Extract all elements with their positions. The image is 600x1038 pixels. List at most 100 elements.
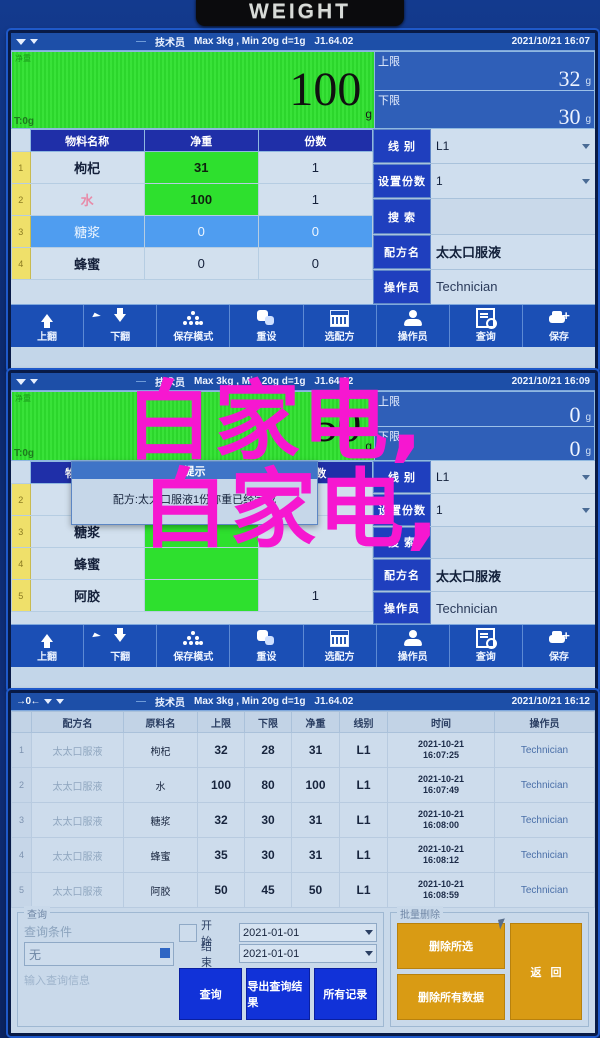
search-row-2[interactable]: 搜 索 <box>373 526 595 560</box>
delete-selected-button[interactable]: 删除所选 <box>397 923 505 969</box>
toolbar-label: 保存模式 <box>173 331 214 343</box>
batch-delete-fieldset: 批量删除 删除所选 删除所有数据 返回 <box>390 906 589 1027</box>
operator-value-2: Technician <box>431 592 595 624</box>
table-row[interactable]: 1 太太口服液 枸杞 32 28 31 L1 2021-10-21 16:07:… <box>11 732 595 768</box>
query-condition-select[interactable]: 无 <box>24 942 174 966</box>
recipe-name-row-1[interactable]: 配方名 太太口服液 <box>373 234 595 270</box>
chevron-down-icon[interactable] <box>582 507 590 513</box>
col-operator: 操作员 <box>494 711 595 733</box>
chevron-down-icon[interactable] <box>582 179 590 185</box>
table-row[interactable]: 1 枸杞 31 1 <box>11 151 374 184</box>
toolbar-button-query[interactable]: 查询 <box>450 625 523 667</box>
row-portions: 0 <box>257 215 374 248</box>
toolbar-button-operator[interactable]: 操作员 <box>377 305 450 347</box>
toolbar-button-select-recipe[interactable]: 选配方 <box>304 625 377 667</box>
records-bottom-section: 查询 查询条件 无 输入查询信息 开 始 2021-01-01 结 束 2021… <box>11 906 595 1033</box>
status-indicators-2 <box>16 378 136 385</box>
line-label-2: 线 别 <box>373 461 431 493</box>
chevron-down-icon[interactable] <box>582 474 590 480</box>
status-operator: 技术员 <box>155 38 185 49</box>
toolbar-label: 下翻 <box>110 651 131 663</box>
dropdown-button-icon[interactable] <box>160 948 170 958</box>
operator-row-1[interactable]: 操作员 Technician <box>373 269 595 305</box>
upper-limit-unit-1: g <box>585 75 591 87</box>
delete-all-button[interactable]: 删除所有数据 <box>397 974 505 1020</box>
net-weight-unit-2: g <box>365 439 372 453</box>
table-row[interactable]: 4 蜂蜜 <box>11 547 374 580</box>
line-value-1[interactable]: L1 <box>431 129 595 164</box>
status-bar-2: — 技术员 Max 3kg , Min 20g d=1g J1.64.02 20… <box>11 373 595 391</box>
table-row[interactable]: 2 水 100 1 <box>11 183 374 216</box>
search-row-1[interactable]: 搜 索 <box>373 199 595 235</box>
toolbar-button-page-down[interactable]: 下翻 <box>84 305 158 347</box>
material-table-wrap-1: 物料名称 净重 份数 1 枸杞 31 1 2 水 100 1 3 糖浆 0 0 … <box>11 129 374 304</box>
portions-value-2[interactable]: 1 <box>431 493 595 526</box>
toolbar-button-reset[interactable]: 重设 <box>230 305 304 347</box>
completion-dialog[interactable]: 提示 配方:太太口服液1份称重已经完成 <box>71 461 318 526</box>
table-row[interactable]: 3 太太口服液 糖浆 32 30 31 L1 2021-10-21 16:08:… <box>11 802 595 838</box>
row-date: 2021-10-21 <box>417 878 465 889</box>
row-index: 1 <box>11 151 31 184</box>
toolbar-button-save-mode[interactable]: 保存模式 <box>157 305 231 347</box>
toolbar-button-page-down[interactable]: 下翻 <box>84 625 158 667</box>
toolbar-label: 操作员 <box>397 331 428 343</box>
back-button[interactable]: 返回 <box>510 923 582 1020</box>
chevron-down-icon[interactable] <box>365 951 373 956</box>
all-records-button[interactable]: 所有记录 <box>313 968 377 1020</box>
end-date-picker[interactable]: 2021-01-01 <box>239 944 377 963</box>
table-row[interactable]: 5 阿胶 1 <box>11 579 374 612</box>
records-table[interactable]: 配方名 原料名 上限 下限 净重 线别 时间 操作员 1 太太口服液 枸杞 32… <box>11 711 595 908</box>
row-net-weight: 0 <box>143 215 259 248</box>
export-results-button[interactable]: 导出查询结果 <box>246 968 310 1020</box>
portions-setting-row-1[interactable]: 设置份数 1 <box>373 164 595 200</box>
status-spec: Max 3kg , Min 20g d=1g <box>194 696 306 707</box>
search-input-2[interactable] <box>431 526 595 559</box>
query-inner: 查询条件 无 输入查询信息 开 始 2021-01-01 结 束 2021-01… <box>24 920 377 1020</box>
start-date-picker[interactable]: 2021-01-01 <box>239 923 377 942</box>
table-row[interactable]: 2 太太口服液 水 100 80 100 L1 2021-10-21 16:07… <box>11 767 595 803</box>
portions-value-1[interactable]: 1 <box>431 164 595 199</box>
arrow-down-icon <box>114 308 127 327</box>
row-net-weight <box>143 579 259 612</box>
toolbar-button-page-up[interactable]: 上翻 <box>11 305 85 347</box>
toolbar-button-query[interactable]: 查询 <box>450 305 523 347</box>
portions-value-text-2: 1 <box>436 502 443 517</box>
row-lower: 80 <box>244 767 292 803</box>
table-row[interactable]: 3 糖浆 0 0 <box>11 215 374 248</box>
start-date-checkbox[interactable] <box>179 923 197 942</box>
line-selector-row-1[interactable]: 线 别 L1 <box>373 129 595 165</box>
line-value-2[interactable]: L1 <box>431 461 595 493</box>
calendar-icon <box>330 629 350 647</box>
status-operator: 技术员 <box>155 378 185 389</box>
row-time: 16:08:00 <box>422 820 460 830</box>
toolbar-button-select-recipe[interactable]: 选配方 <box>304 305 377 347</box>
table-row[interactable]: 4 蜂蜜 0 0 <box>11 247 374 280</box>
upper-limit-box-2: 上限 0 g <box>375 392 594 427</box>
row-portions: 0 <box>257 247 374 280</box>
portions-setting-row-2[interactable]: 设置份数 1 <box>373 493 595 527</box>
toolbar-button-operator[interactable]: 操作员 <box>377 625 450 667</box>
search-input-1[interactable] <box>431 199 595 234</box>
toolbar-button-save[interactable]: + 保存 <box>523 625 595 667</box>
operator-row-2[interactable]: 操作员 Technician <box>373 592 595 624</box>
line-selector-row-2[interactable]: 线 别 L1 <box>373 461 595 494</box>
query-button[interactable]: 查询 <box>179 968 243 1020</box>
toolbar-button-save-mode[interactable]: 保存模式 <box>157 625 231 667</box>
table-row[interactable]: 5 太太口服液 阿胶 50 45 50 L1 2021-10-21 16:08:… <box>11 872 595 908</box>
row-time: 16:07:49 <box>422 785 460 795</box>
row-recipe: 太太口服液 <box>31 732 124 768</box>
chevron-down-icon[interactable] <box>365 930 373 935</box>
toolbar-button-page-up[interactable]: 上翻 <box>11 625 85 667</box>
chevron-down-icon[interactable] <box>582 144 590 150</box>
toolbar-button-reset[interactable]: 重设 <box>230 625 304 667</box>
row-timestamp: 2021-10-21 16:08:59 <box>387 872 495 908</box>
recipe-name-row-2[interactable]: 配方名 太太口服液 <box>373 559 595 593</box>
end-date-row[interactable]: 结 束 2021-01-01 <box>179 941 377 969</box>
table-row[interactable]: 4 太太口服液 蜂蜜 35 30 31 L1 2021-10-21 16:08:… <box>11 837 595 873</box>
query-input-placeholder[interactable]: 输入查询信息 <box>24 972 174 988</box>
toolbar-button-save[interactable]: + 保存 <box>523 305 595 347</box>
line-value-text-2: L1 <box>436 469 450 484</box>
row-timestamp: 2021-10-21 16:07:49 <box>387 767 495 803</box>
mouse-cursor-icon <box>498 918 507 930</box>
material-table-1[interactable]: 物料名称 净重 份数 1 枸杞 31 1 2 水 100 1 3 糖浆 0 0 … <box>11 129 374 280</box>
